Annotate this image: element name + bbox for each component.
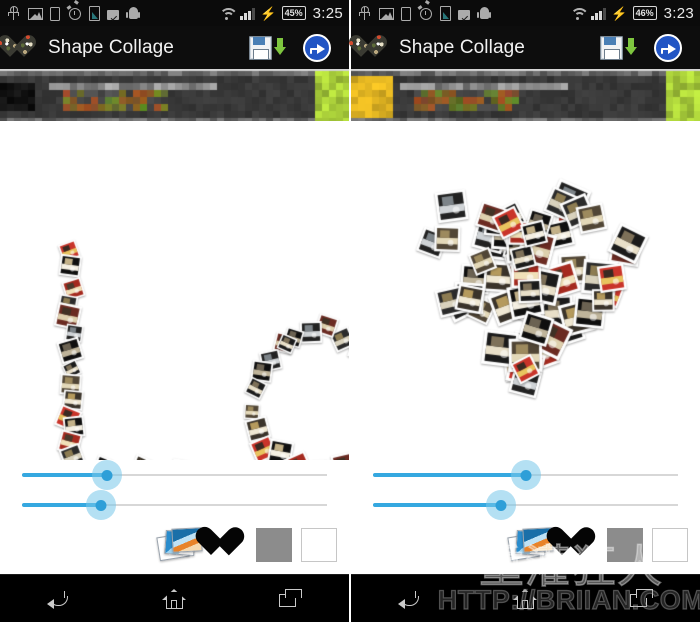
back-icon — [47, 590, 69, 609]
recents-icon — [278, 589, 303, 608]
background-white-swatch[interactable] — [652, 528, 688, 562]
nav-recents-button[interactable] — [261, 575, 321, 622]
alarm-icon — [417, 4, 433, 21]
app-bar: Shape Collage — [351, 26, 700, 69]
status-bar-right-icons: ⚡ 46% 3:23 — [569, 5, 694, 22]
photo-count-slider[interactable] — [373, 490, 678, 520]
android-icon — [477, 6, 492, 21]
app-bar-actions — [600, 33, 690, 62]
heart-collage-logo — [10, 35, 37, 60]
background-gray-swatch[interactable] — [256, 528, 292, 562]
android-nav-bar — [351, 574, 700, 622]
bag-check-icon — [107, 9, 119, 20]
swatch-row — [0, 520, 349, 568]
advertisement-banner[interactable] — [351, 69, 700, 121]
slider-fill — [373, 473, 526, 477]
heart-collage-logo — [361, 35, 388, 60]
shape-heart-swatch[interactable] — [562, 528, 598, 562]
recents-icon — [629, 589, 654, 608]
dual-screenshot-comparison: ⚡ 45% 3:25 Shape Collage ⚡ 46% 3:23 Shap… — [0, 0, 700, 622]
status-bar-left-icons — [357, 4, 492, 21]
signal-bars-icon — [591, 7, 606, 20]
sd-card-icon — [89, 5, 100, 21]
slider-thumb[interactable] — [495, 499, 507, 511]
nav-back-button[interactable] — [379, 575, 439, 622]
advertisement-banner[interactable] — [0, 69, 349, 121]
nav-home-button[interactable] — [144, 575, 204, 622]
save-floppy-icon[interactable] — [600, 35, 637, 60]
app-bar-actions — [249, 33, 339, 62]
status-bar: ⚡ 46% 3:23 — [351, 0, 700, 26]
share-arrow-icon[interactable] — [303, 33, 331, 62]
collage-canvas[interactable] — [0, 121, 349, 460]
save-floppy-icon[interactable] — [249, 35, 286, 60]
signal-bars-icon — [240, 7, 255, 20]
banner-pixelated-image — [0, 69, 349, 121]
page-title: Shape Collage — [399, 36, 525, 58]
slider-thumb[interactable] — [95, 499, 107, 511]
clock: 3:23 — [663, 4, 694, 22]
android-nav-bar — [0, 574, 349, 622]
battery-level: 46% — [635, 7, 654, 18]
controls-area — [0, 460, 349, 574]
photo-size-slider[interactable] — [373, 460, 678, 490]
background-gray-swatch[interactable] — [607, 528, 643, 562]
slider-thumb[interactable] — [101, 469, 113, 481]
page-title: Shape Collage — [48, 36, 174, 58]
wifi-icon — [569, 6, 586, 20]
status-bar-left-icons — [6, 4, 141, 21]
nav-back-button[interactable] — [28, 575, 88, 622]
photo-size-slider[interactable] — [22, 460, 327, 490]
collage-canvas[interactable] — [351, 121, 700, 460]
wifi-icon — [218, 6, 235, 20]
clock: 3:25 — [312, 4, 343, 22]
slider-thumb[interactable] — [520, 469, 531, 481]
home-icon — [513, 588, 538, 609]
slider-fill — [373, 503, 502, 507]
screenshot-panel-right: ⚡ 46% 3:23 Shape Collage 重灌狂人 HTTP://BRI… — [351, 0, 700, 622]
bolt-icon: ⚡ — [611, 5, 628, 21]
nav-recents-button[interactable] — [612, 575, 672, 622]
background-white-swatch[interactable] — [301, 528, 337, 562]
status-bar-right-icons: ⚡ 45% 3:25 — [218, 5, 343, 22]
battery-level: 45% — [284, 7, 303, 18]
swatch-row — [351, 520, 700, 568]
share-arrow-icon[interactable] — [654, 33, 682, 62]
android-icon — [126, 6, 141, 21]
controls-area — [351, 460, 700, 574]
usb-icon — [6, 5, 21, 21]
bag-check-icon — [458, 9, 470, 20]
nav-home-button[interactable] — [495, 575, 555, 622]
collage-render — [0, 121, 349, 460]
picture-icon — [379, 7, 394, 20]
usb-icon — [357, 5, 372, 21]
collage-heart-shape — [351, 121, 700, 460]
phone-icon — [401, 6, 411, 21]
screenshot-panel-left: ⚡ 45% 3:25 Shape Collage — [0, 0, 349, 622]
sd-card-icon — [440, 5, 451, 21]
alarm-icon — [66, 4, 82, 21]
back-icon — [398, 590, 420, 609]
battery-indicator: 46% — [632, 6, 657, 20]
collage-render — [351, 121, 700, 460]
shape-heart-swatch[interactable] — [211, 528, 247, 562]
battery-indicator: 45% — [281, 6, 306, 20]
app-bar: Shape Collage — [0, 26, 349, 69]
home-icon — [162, 588, 187, 609]
status-bar: ⚡ 45% 3:25 — [0, 0, 349, 26]
banner-pixelated-image — [351, 69, 700, 121]
picture-icon — [28, 7, 43, 20]
photo-count-slider[interactable] — [22, 490, 327, 520]
bolt-icon: ⚡ — [260, 5, 277, 21]
collage-love-text — [0, 121, 349, 460]
phone-icon — [50, 6, 60, 21]
